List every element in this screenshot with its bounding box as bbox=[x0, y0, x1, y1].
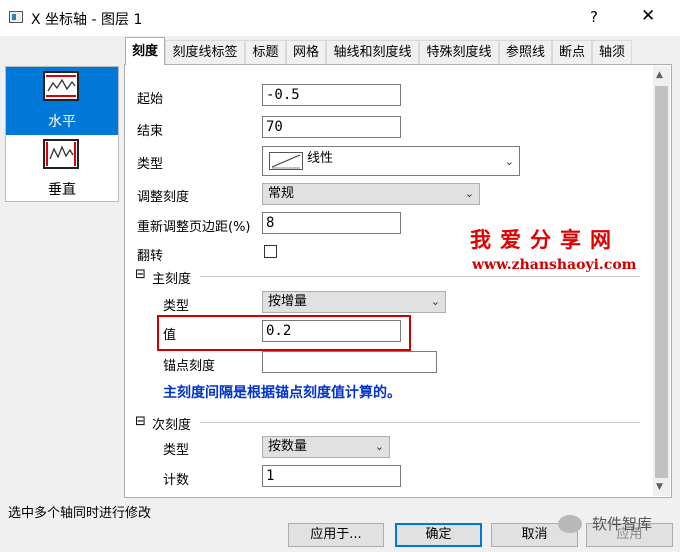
group-divider bbox=[200, 422, 640, 423]
watermark-chinese: 我爱分享网 bbox=[470, 228, 620, 252]
count-label: 计数 bbox=[163, 473, 190, 488]
ok-button[interactable]: 确定 bbox=[395, 523, 482, 547]
axis-item-label: 水平 bbox=[48, 114, 76, 130]
tab-tick-labels[interactable]: 刻度线标签 bbox=[165, 40, 245, 64]
rescale-margin-input[interactable]: 8 bbox=[262, 212, 401, 234]
tab-reference-lines[interactable]: 参照线 bbox=[499, 40, 552, 64]
scrollbar-thumb[interactable] bbox=[655, 86, 668, 478]
chevron-down-icon: ⌄ bbox=[430, 295, 440, 308]
major-type-select[interactable]: 按增量 ⌄ bbox=[262, 291, 446, 313]
count-input[interactable]: 1 bbox=[262, 465, 401, 487]
scroll-down-icon[interactable]: ▼ bbox=[656, 482, 663, 492]
rescale-value: 常规 bbox=[268, 186, 295, 201]
scroll-up-icon[interactable]: ▲ bbox=[656, 70, 663, 80]
vertical-axis-icon bbox=[43, 139, 79, 169]
major-type-value: 按增量 bbox=[268, 294, 308, 309]
axis-item-vertical[interactable]: 垂直 bbox=[6, 135, 118, 203]
major-ticks-group-label: 主刻度 bbox=[152, 272, 192, 287]
window-title: X 坐标轴 - 图层 1 bbox=[31, 12, 143, 28]
linear-scale-icon bbox=[269, 152, 303, 177]
close-button[interactable]: ✕ bbox=[641, 6, 655, 26]
rescale-margin-label: 重新调整页边距(%) bbox=[137, 220, 251, 235]
scale-type-select[interactable]: 线性 ⌄ bbox=[262, 146, 520, 176]
flip-label: 翻转 bbox=[137, 249, 164, 264]
type-label: 类型 bbox=[137, 157, 164, 172]
major-value-label: 值 bbox=[163, 328, 177, 343]
major-type-label: 类型 bbox=[163, 299, 190, 314]
wechat-watermark-text: 软件智库 bbox=[592, 515, 653, 533]
help-button[interactable]: ? bbox=[590, 8, 598, 26]
minor-type-select[interactable]: 按数量 ⌄ bbox=[262, 436, 390, 458]
wechat-watermark: 软件智库 bbox=[558, 510, 670, 540]
wechat-icon bbox=[558, 515, 582, 533]
end-label: 结束 bbox=[137, 124, 164, 139]
chevron-down-icon: ⌄ bbox=[374, 440, 384, 453]
start-input[interactable]: -0.5 bbox=[262, 84, 401, 106]
apply-to-button[interactable]: 应用于... bbox=[288, 523, 384, 547]
anchor-tick-label: 锚点刻度 bbox=[163, 359, 216, 374]
anchor-tick-input[interactable] bbox=[262, 351, 437, 373]
tab-grids[interactable]: 网格 bbox=[286, 40, 326, 64]
major-value-input[interactable]: 0.2 bbox=[262, 320, 401, 342]
minor-type-value: 按数量 bbox=[268, 439, 308, 454]
rescale-select[interactable]: 常规 ⌄ bbox=[262, 183, 480, 205]
tab-axis-rug[interactable]: 轴须 bbox=[592, 40, 632, 64]
collapse-icon[interactable]: ⊟ bbox=[135, 267, 146, 282]
start-label: 起始 bbox=[137, 92, 164, 107]
watermark-url: www.zhanshaoyi.com bbox=[472, 257, 637, 273]
major-ticks-note: 主刻度间隔是根据锚点刻度值计算的。 bbox=[163, 385, 401, 401]
axis-item-horizontal[interactable]: 水平 bbox=[6, 67, 118, 135]
minor-type-label: 类型 bbox=[163, 443, 190, 458]
tab-line-and-ticks[interactable]: 轴线和刻度线 bbox=[326, 40, 419, 64]
axis-item-label: 垂直 bbox=[48, 182, 76, 198]
flip-checkbox[interactable] bbox=[264, 245, 277, 258]
title-bar: X 坐标轴 - 图层 1 ? ✕ bbox=[0, 0, 680, 36]
rescale-label: 调整刻度 bbox=[137, 190, 190, 205]
vertical-scrollbar[interactable]: ▲ ▼ bbox=[653, 66, 670, 496]
scale-type-value: 线性 bbox=[307, 151, 334, 166]
chevron-down-icon: ⌄ bbox=[464, 187, 474, 200]
axis-selector-panel: 水平 垂直 bbox=[5, 66, 119, 202]
minor-ticks-group-label: 次刻度 bbox=[152, 418, 192, 433]
horizontal-axis-icon bbox=[43, 71, 79, 101]
chevron-down-icon: ⌄ bbox=[504, 155, 514, 168]
tab-special-ticks[interactable]: 特殊刻度线 bbox=[419, 40, 499, 64]
tab-scale[interactable]: 刻度 bbox=[125, 37, 165, 65]
status-text: 选中多个轴同时进行修改 bbox=[8, 506, 152, 521]
end-input[interactable]: 70 bbox=[262, 116, 401, 138]
tab-breaks[interactable]: 断点 bbox=[552, 40, 592, 64]
app-icon bbox=[9, 11, 23, 23]
group-divider bbox=[200, 276, 640, 277]
tab-title[interactable]: 标题 bbox=[245, 40, 286, 64]
collapse-icon[interactable]: ⊟ bbox=[135, 414, 146, 429]
